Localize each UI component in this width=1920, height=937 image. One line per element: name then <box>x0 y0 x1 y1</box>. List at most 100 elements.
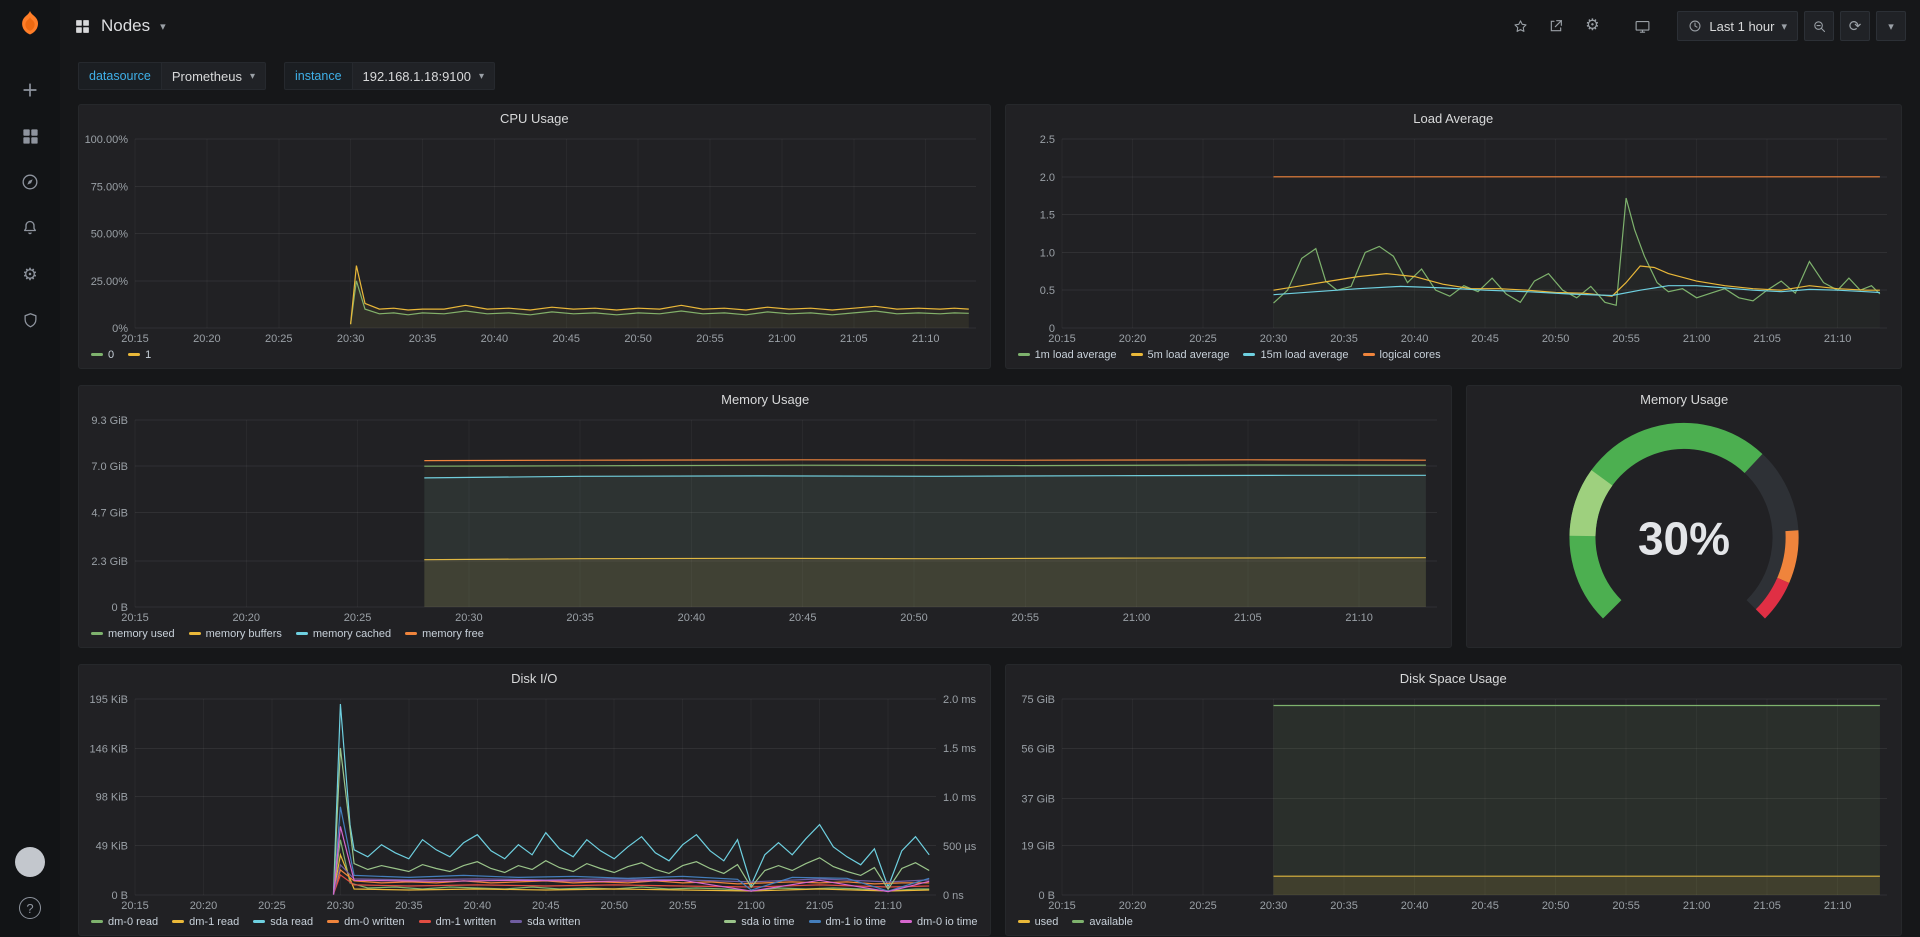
legend-item-dm-0-read[interactable]: dm-0 read <box>91 916 158 928</box>
legend-series-swatch <box>809 920 821 923</box>
legend-series-swatch <box>172 920 184 923</box>
legend-item-memory-buffers[interactable]: memory buffers <box>189 628 282 640</box>
legend-item-sda-read[interactable]: sda read <box>253 916 313 928</box>
cpu-plot[interactable]: 20:1520:2020:2520:3020:3520:4020:4520:50… <box>79 131 990 346</box>
legend-item-available[interactable]: available <box>1072 916 1132 928</box>
svg-text:20:45: 20:45 <box>553 333 581 345</box>
legend-item-dm-0-written[interactable]: dm-0 written <box>327 916 405 928</box>
svg-text:20:25: 20:25 <box>1189 900 1217 912</box>
svg-text:2.0 ms: 2.0 ms <box>943 694 977 706</box>
legend-item-dm-0-io-time[interactable]: dm-0 io time <box>900 916 978 928</box>
time-range-picker[interactable]: Last 1 hour ▾ <box>1677 11 1798 41</box>
svg-text:20:40: 20:40 <box>1400 900 1428 912</box>
svg-text:20:50: 20:50 <box>600 900 628 912</box>
load-plot[interactable]: 20:1520:2020:2520:3020:3520:4020:4520:50… <box>1006 131 1901 346</box>
panel-title[interactable]: Disk Space Usage <box>1006 665 1901 691</box>
svg-text:1.5 ms: 1.5 ms <box>943 743 977 755</box>
refresh-button[interactable]: ⟳ <box>1840 11 1870 41</box>
legend-series-label: logical cores <box>1380 349 1441 361</box>
legend-item-dm-1-io-time[interactable]: dm-1 io time <box>809 916 887 928</box>
svg-text:21:05: 21:05 <box>840 333 868 345</box>
legend-item-dm-1-written[interactable]: dm-1 written <box>419 916 497 928</box>
memory-usage-chart[interactable]: 20:1520:2020:2520:3020:3520:4020:4520:50… <box>79 412 1451 625</box>
x-axis-labels: 20:1520:2020:2520:3020:3520:4020:4520:50… <box>1048 900 1851 912</box>
sidebar-item-explore[interactable] <box>0 159 60 205</box>
share-button[interactable] <box>1541 11 1571 41</box>
legend-series-label: dm-1 written <box>436 916 497 928</box>
svg-text:7.0 GiB: 7.0 GiB <box>91 461 128 473</box>
svg-text:20:40: 20:40 <box>678 612 706 624</box>
x-axis-labels: 20:1520:2020:2520:3020:3520:4020:4520:50… <box>121 612 1373 624</box>
svg-text:21:10: 21:10 <box>1823 333 1851 345</box>
sidebar-item-help[interactable]: ? <box>0 885 60 931</box>
disk-space-chart[interactable]: 20:1520:2020:2520:3020:3520:4020:4520:50… <box>1006 691 1901 913</box>
zoom-out-button[interactable] <box>1804 11 1834 41</box>
legend-item-5m-load-average[interactable]: 5m load average <box>1131 349 1230 361</box>
sidebar-item-profile[interactable] <box>0 839 60 885</box>
svg-text:1.0: 1.0 <box>1039 247 1054 259</box>
star-button[interactable] <box>1505 11 1535 41</box>
dashboards-grid-icon <box>21 127 40 146</box>
panel-title[interactable]: Memory Usage <box>1467 386 1901 412</box>
legend-item-15m-load-average[interactable]: 15m load average <box>1243 349 1348 361</box>
sidebar-item-create[interactable] <box>0 67 60 113</box>
legend-series-label: dm-1 read <box>189 916 239 928</box>
legend-series-swatch <box>1243 353 1255 356</box>
dashboard-title-button[interactable]: Nodes ▾ <box>74 16 166 36</box>
chevron-down-icon: ▾ <box>160 20 166 33</box>
legend-item-memory-cached[interactable]: memory cached <box>296 628 391 640</box>
x-axis-labels: 20:1520:2020:2520:3020:3520:4020:4520:50… <box>121 333 939 345</box>
svg-text:20:45: 20:45 <box>1471 333 1499 345</box>
panel-title[interactable]: Memory Usage <box>79 386 1451 412</box>
svg-text:49 KiB: 49 KiB <box>96 841 128 853</box>
sidebar-item-server-admin[interactable] <box>0 297 60 343</box>
chevron-down-icon: ▾ <box>250 71 255 82</box>
refresh-interval-dropdown[interactable]: ▾ <box>1876 11 1906 41</box>
cpu-usage-chart[interactable]: 20:1520:2020:2520:3020:3520:4020:4520:50… <box>79 131 990 346</box>
load-average-legend: 1m load average 5m load average 15m load a… <box>1006 346 1901 368</box>
legend-item-memory-used[interactable]: memory used <box>91 628 175 640</box>
svg-text:20:50: 20:50 <box>900 612 928 624</box>
sidebar-item-alerting[interactable] <box>0 205 60 251</box>
legend-item-1[interactable]: 1 <box>128 349 151 361</box>
svg-text:20:40: 20:40 <box>464 900 492 912</box>
disk_space-plot[interactable]: 20:1520:2020:2520:3020:3520:4020:4520:50… <box>1006 691 1901 913</box>
legend-item-used[interactable]: used <box>1018 916 1059 928</box>
svg-text:98 KiB: 98 KiB <box>96 791 128 803</box>
legend-series-swatch <box>900 920 912 923</box>
memory-plot[interactable]: 20:1520:2020:2520:3020:3520:4020:4520:50… <box>79 412 1451 625</box>
svg-text:20:30: 20:30 <box>327 900 355 912</box>
panel-title[interactable]: CPU Usage <box>79 105 990 131</box>
variable-datasource-value[interactable]: Prometheus ▾ <box>161 62 266 90</box>
grafana-logo[interactable] <box>15 9 45 39</box>
series-lines <box>351 266 969 328</box>
panel-disk-io: Disk I/O 20:1520:2020:2520:3020:3520:402… <box>78 664 991 936</box>
memory-usage-gauge[interactable]: 30% <box>1467 412 1901 647</box>
shield-icon <box>21 311 40 330</box>
svg-text:0 B: 0 B <box>111 890 128 902</box>
svg-text:25.00%: 25.00% <box>91 276 129 288</box>
legend-item-sda-written[interactable]: sda written <box>510 916 580 928</box>
sidebar-item-configuration[interactable]: ⚙ <box>0 251 60 297</box>
disk-io-chart[interactable]: 20:1520:2020:2520:3020:3520:4020:4520:50… <box>79 691 990 913</box>
cycle-view-button[interactable] <box>1627 11 1657 41</box>
legend-item-dm-1-read[interactable]: dm-1 read <box>172 916 239 928</box>
dashboard-settings-button[interactable]: ⚙ <box>1577 11 1607 41</box>
svg-text:21:10: 21:10 <box>874 900 902 912</box>
variable-instance: instance 192.168.1.18:9100 ▾ <box>284 62 495 90</box>
legend-series-label: dm-0 written <box>344 916 405 928</box>
legend-item-memory-free[interactable]: memory free <box>405 628 484 640</box>
legend-item-0[interactable]: 0 <box>91 349 114 361</box>
clock-icon <box>1688 19 1702 33</box>
svg-text:2.5: 2.5 <box>1039 134 1054 146</box>
variable-instance-value[interactable]: 192.168.1.18:9100 ▾ <box>352 62 495 90</box>
panel-title[interactable]: Load Average <box>1006 105 1901 131</box>
panel-title[interactable]: Disk I/O <box>79 665 990 691</box>
disk_io-plot[interactable]: 20:1520:2020:2520:3020:3520:4020:4520:50… <box>79 691 990 913</box>
legend-item-logical-cores[interactable]: logical cores <box>1363 349 1441 361</box>
svg-text:20:55: 20:55 <box>669 900 697 912</box>
sidebar-item-dashboards[interactable] <box>0 113 60 159</box>
load-average-chart[interactable]: 20:1520:2020:2520:3020:3520:4020:4520:50… <box>1006 131 1901 346</box>
legend-item-sda-io-time[interactable]: sda io time <box>724 916 794 928</box>
legend-item-1m-load-average[interactable]: 1m load average <box>1018 349 1117 361</box>
